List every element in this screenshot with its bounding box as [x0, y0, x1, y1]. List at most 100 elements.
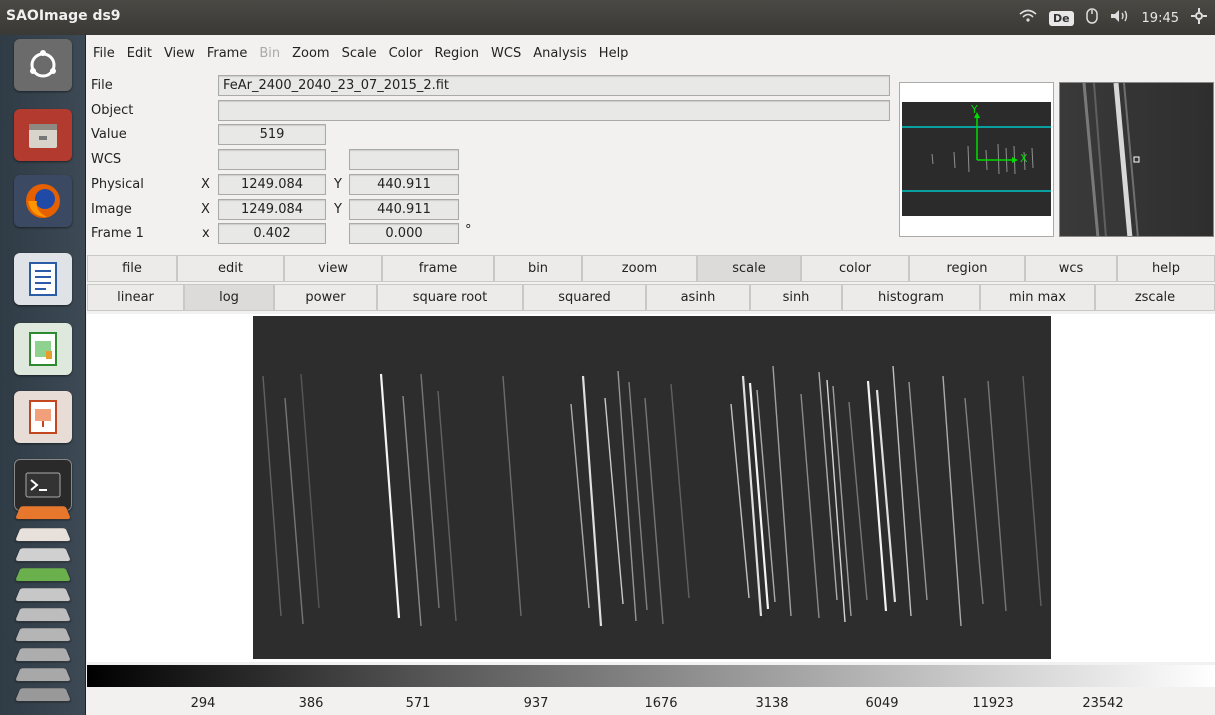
pixel-value-field: 519	[218, 124, 326, 145]
image-label: Image	[91, 202, 132, 217]
emission-line	[604, 397, 624, 605]
firefox-icon[interactable]	[14, 175, 72, 227]
scale-min-max[interactable]: min max	[980, 284, 1095, 311]
menu-scale[interactable]: Scale	[336, 46, 383, 61]
menu-wcs[interactable]: WCS	[485, 46, 527, 61]
emission-line	[892, 365, 912, 617]
button-help[interactable]: help	[1117, 255, 1215, 282]
stacked-app-icon[interactable]	[15, 506, 71, 520]
physical-y-field: 440.911	[349, 174, 459, 195]
panner-thumbnail[interactable]: Y X	[902, 102, 1051, 216]
stacked-app-icon[interactable]	[15, 668, 71, 682]
emission-line	[964, 397, 984, 605]
button-color[interactable]: color	[801, 255, 909, 282]
image-y-field: 440.911	[349, 199, 459, 220]
stacked-app-icon[interactable]	[15, 628, 71, 642]
button-frame[interactable]: frame	[382, 255, 494, 282]
menu-region[interactable]: Region	[429, 46, 486, 61]
menu-view[interactable]: View	[158, 46, 201, 61]
frame-x-tag: x	[202, 226, 210, 241]
scale-linear[interactable]: linear	[87, 284, 184, 311]
dash-home-icon[interactable]	[14, 39, 72, 91]
menu-bin[interactable]: Bin	[253, 46, 286, 61]
menu-frame[interactable]: Frame	[201, 46, 254, 61]
calc-icon[interactable]	[14, 323, 72, 375]
object-field	[218, 100, 890, 121]
panner-x-axis-label: X	[1020, 152, 1028, 165]
scale-power[interactable]: power	[274, 284, 377, 311]
colorbar-tick-label: 937	[523, 696, 549, 711]
emission-line	[262, 375, 282, 617]
frame-zoom-field: 0.402	[218, 223, 326, 244]
emission-line	[670, 383, 690, 599]
button-view[interactable]: view	[284, 255, 382, 282]
button-bin[interactable]: bin	[494, 255, 582, 282]
physical-x-tag: X	[201, 177, 210, 192]
emission-line	[284, 397, 304, 625]
scale-asinh[interactable]: asinh	[646, 284, 750, 311]
magnifier-view	[1060, 83, 1213, 236]
stacked-app-icon[interactable]	[15, 568, 71, 582]
panner-y-axis-label: Y	[971, 103, 978, 116]
scale-zscale[interactable]: zscale	[1095, 284, 1215, 311]
impress-icon[interactable]	[14, 391, 72, 443]
button-wcs[interactable]: wcs	[1025, 255, 1117, 282]
physical-y-tag: Y	[334, 177, 342, 192]
emission-line	[848, 401, 868, 601]
file-name-field: FeAr_2400_2040_23_07_2015_2.fit	[218, 75, 890, 96]
menu-zoom[interactable]: Zoom	[286, 46, 335, 61]
menu-analysis[interactable]: Analysis	[527, 46, 593, 61]
keyboard-layout-indicator[interactable]: De	[1048, 10, 1074, 26]
fits-image[interactable]	[253, 316, 1051, 659]
spectrum-lines	[262, 365, 1042, 627]
menu-color[interactable]: Color	[383, 46, 429, 61]
button-edit[interactable]: edit	[177, 255, 284, 282]
terminal-icon[interactable]	[14, 459, 72, 511]
button-zoom[interactable]: zoom	[582, 255, 697, 282]
colorbar-labels: 294 386 571 937 1676 3138 6049 11923 23542	[87, 690, 1215, 715]
colorbar-tick-label: 386	[298, 696, 324, 711]
scale-log[interactable]: log	[184, 284, 274, 311]
wifi-icon[interactable]	[1019, 9, 1037, 27]
scale-square-root[interactable]: square root	[377, 284, 523, 311]
stacked-app-icon[interactable]	[15, 608, 71, 622]
stacked-app-icon[interactable]	[15, 588, 71, 602]
volume-icon[interactable]	[1110, 9, 1130, 27]
image-x-field: 1249.084	[218, 199, 326, 220]
emission-line	[644, 397, 664, 625]
button-region[interactable]: region	[909, 255, 1025, 282]
system-tray: De 19:45	[1019, 8, 1207, 28]
scale-sinh[interactable]: sinh	[750, 284, 842, 311]
emission-line	[379, 373, 401, 619]
scale-squared[interactable]: squared	[523, 284, 646, 311]
colorbar-tick-label: 23542	[1082, 696, 1124, 711]
colorbar[interactable]	[87, 665, 1215, 687]
degree-symbol: °	[465, 223, 472, 238]
panner[interactable]: Y X	[899, 82, 1054, 237]
image-display-area[interactable]	[87, 314, 1215, 662]
menu-file[interactable]: File	[87, 46, 121, 61]
scale-histogram[interactable]: histogram	[842, 284, 980, 311]
object-label: Object	[91, 103, 134, 118]
settings-gear-icon[interactable]	[1191, 8, 1207, 28]
launcher	[0, 35, 86, 715]
button-scale[interactable]: scale	[697, 255, 801, 282]
colorbar-tick-label: 294	[190, 696, 216, 711]
stacked-app-icon[interactable]	[15, 648, 71, 662]
stacked-app-icon[interactable]	[15, 528, 71, 542]
emission-line	[866, 380, 888, 612]
files-icon[interactable]	[14, 109, 72, 161]
trash-icon[interactable]	[15, 688, 71, 702]
colorbar-tick-label: 3138	[755, 696, 789, 711]
emission-line	[942, 375, 962, 627]
panner-overlay	[902, 112, 1051, 192]
menu-help[interactable]: Help	[593, 46, 635, 61]
stacked-app-icon[interactable]	[15, 548, 71, 562]
emission-line	[800, 393, 820, 619]
wcs-label: WCS	[91, 152, 122, 167]
writer-icon[interactable]	[14, 253, 72, 305]
menu-edit[interactable]: Edit	[121, 46, 158, 61]
mouse-icon[interactable]	[1085, 8, 1098, 28]
button-file[interactable]: file	[87, 255, 177, 282]
clock[interactable]: 19:45	[1142, 11, 1179, 26]
